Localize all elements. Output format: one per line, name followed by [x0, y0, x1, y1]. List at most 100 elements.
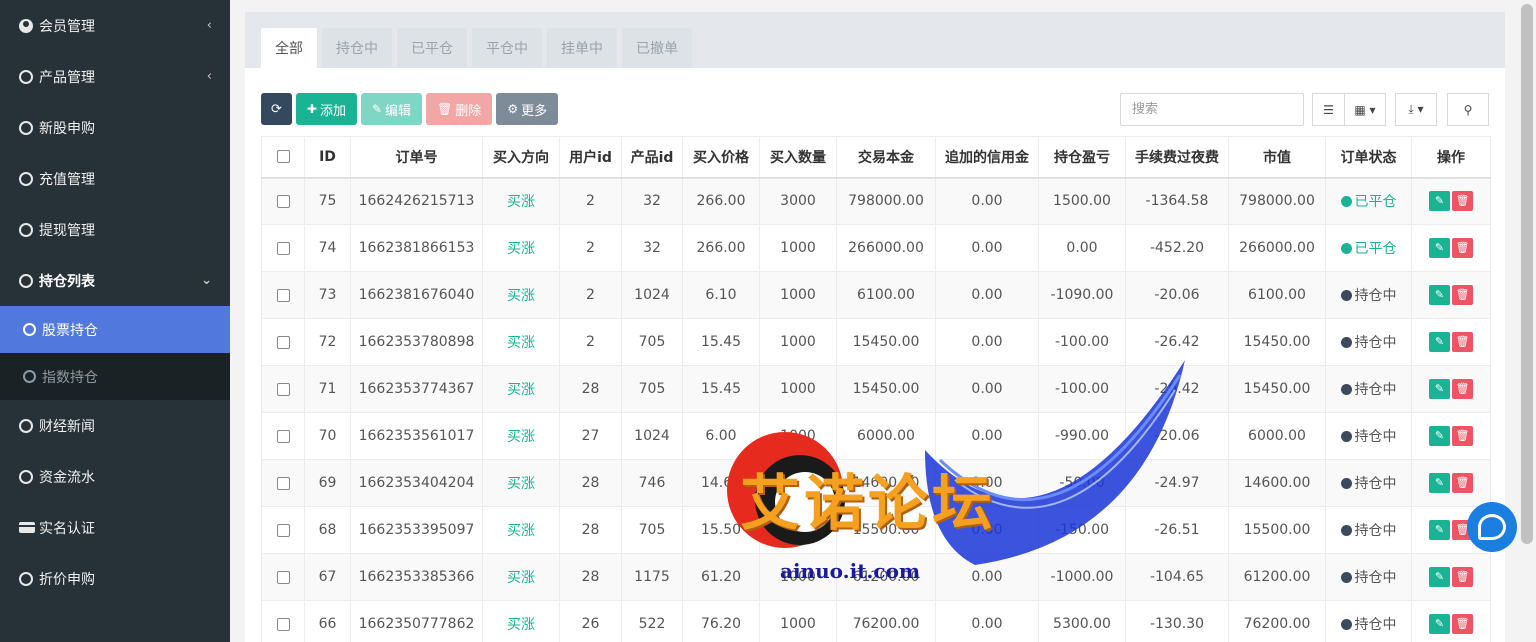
column-header[interactable]: 买入方向	[482, 136, 560, 179]
table-cell: 1662353404204	[350, 459, 483, 507]
row-edit-button[interactable]: ✎	[1429, 191, 1450, 212]
row-edit-button[interactable]: ✎	[1429, 379, 1450, 399]
tab[interactable]: 挂单中	[547, 28, 617, 68]
row-delete-button[interactable]: 🗑	[1452, 614, 1473, 634]
row-edit-button[interactable]: ✎	[1429, 332, 1450, 352]
row-edit-button[interactable]: ✎	[1429, 426, 1450, 446]
row-delete-button[interactable]: 🗑	[1452, 238, 1473, 258]
sidebar-subitem[interactable]: 指数持仓	[0, 353, 230, 400]
column-header[interactable]: 订单状态	[1325, 136, 1412, 179]
table-cell: 28	[559, 553, 622, 601]
row-checkbox[interactable]	[276, 382, 290, 396]
column-header[interactable]: 买入数量	[759, 136, 837, 179]
column-header[interactable]: 持仓盈亏	[1038, 136, 1126, 179]
row-delete-button[interactable]: 🗑	[1452, 191, 1473, 212]
toggle-view-button[interactable]: ☰	[1312, 93, 1345, 126]
row-checkbox[interactable]	[276, 523, 290, 537]
table-cell: 6.00	[682, 412, 760, 460]
export-button[interactable]: ⤓ ▾	[1395, 93, 1437, 126]
row-delete-button[interactable]: 🗑	[1452, 285, 1473, 305]
status-dot-icon	[1340, 572, 1352, 583]
pencil-icon: ✎	[1434, 429, 1445, 442]
refresh-button[interactable]: ⟳	[261, 93, 292, 125]
tab[interactable]: 全部	[261, 28, 317, 68]
row-checkbox[interactable]	[276, 288, 290, 302]
row-actions: ✎ 🗑	[1411, 459, 1491, 507]
column-header[interactable]: 操作	[1411, 136, 1491, 179]
edit-label: 编辑	[385, 103, 412, 119]
column-header[interactable]: 产品id	[621, 136, 683, 179]
tab[interactable]: 持仓中	[322, 28, 392, 68]
sidebar-item-label: 提现管理	[39, 222, 95, 239]
sidebar-item[interactable]: 财经新闻	[0, 400, 230, 451]
column-header[interactable]: 用户id	[559, 136, 622, 179]
pencil-icon: ✎	[1434, 617, 1445, 630]
add-button[interactable]: ✚ 添加	[295, 93, 357, 125]
row-checkbox[interactable]	[276, 241, 290, 255]
sidebar-item[interactable]: 折价申购	[0, 553, 230, 604]
row-delete-button[interactable]: 🗑	[1452, 473, 1473, 493]
column-header[interactable]: 交易本金	[836, 136, 936, 179]
sidebar-item[interactable]: 产品管理 ‹	[0, 51, 230, 102]
status-dot-icon	[1340, 243, 1352, 254]
row-delete-button[interactable]: 🗑	[1452, 379, 1473, 399]
row-checkbox[interactable]	[276, 194, 290, 208]
chat-widget-button[interactable]	[1467, 502, 1517, 552]
trash-icon: 🗑	[1455, 288, 1470, 301]
table-cell: 15500.00	[1228, 506, 1326, 554]
sidebar-item[interactable]: 提现管理	[0, 204, 230, 255]
table-cell: 0.00	[935, 600, 1039, 642]
row-edit-button[interactable]: ✎	[1429, 285, 1450, 305]
search-input[interactable]	[1120, 93, 1304, 126]
download-icon: ⤓ ▾	[1408, 102, 1424, 116]
row-edit-button[interactable]: ✎	[1429, 238, 1450, 258]
status-dot-icon	[1340, 478, 1352, 489]
search-button[interactable]: ⚲	[1447, 93, 1489, 126]
row-delete-button[interactable]: 🗑	[1452, 567, 1473, 587]
row-checkbox[interactable]	[276, 476, 290, 490]
tab[interactable]: 已平仓	[397, 28, 467, 68]
sidebar-item[interactable]: 会员管理 ‹	[0, 0, 230, 51]
sidebar-item[interactable]: 实名认证	[0, 502, 230, 553]
tab[interactable]: 已撤单	[622, 28, 692, 68]
status-dot-icon	[1340, 619, 1352, 630]
column-header[interactable]: 追加的信用金	[935, 136, 1039, 179]
table-header: ID 订单号 买入方向 用户id 产品id 买入价格 买入数量 交易本金 追加的信用金 持仓盈亏手…	[261, 136, 1491, 179]
row-edit-button[interactable]: ✎	[1429, 520, 1450, 540]
columns-button[interactable]: ▦ ▾	[1344, 93, 1386, 126]
status-dot-icon	[1340, 337, 1352, 348]
edit-button[interactable]: ✎ 编辑	[360, 93, 423, 125]
row-checkbox[interactable]	[276, 335, 290, 349]
sidebar-subitem[interactable]: 股票持仓	[0, 306, 230, 353]
table-cell: 1662353395097	[350, 506, 483, 554]
status-cell: 已平仓	[1325, 224, 1412, 272]
row-delete-button[interactable]: 🗑	[1452, 332, 1473, 352]
row-edit-button[interactable]: ✎	[1429, 567, 1450, 587]
sidebar-item[interactable]: 新股申购	[0, 102, 230, 153]
sidebar-item[interactable]: 持仓列表 ⌄	[0, 255, 230, 306]
column-header[interactable]: 买入价格	[682, 136, 760, 179]
pencil-icon: ✎	[371, 102, 383, 116]
sidebar-item[interactable]: 充值管理	[0, 153, 230, 204]
column-header[interactable]: ID	[304, 136, 351, 179]
row-checkbox[interactable]	[276, 617, 290, 631]
scrollbar[interactable]	[1521, 4, 1533, 544]
column-header[interactable]: 订单号	[350, 136, 483, 179]
delete-button[interactable]: 🗑 删除	[426, 93, 493, 125]
sidebar-item[interactable]: 资金流水	[0, 451, 230, 502]
pencil-icon: ✎	[1434, 570, 1445, 583]
column-header[interactable]: 手续费过夜费	[1125, 136, 1229, 179]
row-edit-button[interactable]: ✎	[1429, 473, 1450, 493]
sidebar-item-label: 会员管理	[39, 18, 95, 35]
row-delete-button[interactable]: 🗑	[1452, 426, 1473, 446]
column-header[interactable]: 市值	[1228, 136, 1326, 179]
select-all-checkbox[interactable]	[276, 150, 290, 164]
table-cell: 1662381676040	[350, 271, 483, 319]
tab[interactable]: 平仓中	[472, 28, 542, 68]
status-cell: 持仓中	[1325, 459, 1412, 507]
row-checkbox[interactable]	[276, 429, 290, 443]
row-checkbox[interactable]	[276, 570, 290, 584]
row-edit-button[interactable]: ✎	[1429, 614, 1450, 634]
more-button[interactable]: ⚙ 更多	[496, 93, 559, 125]
circle-icon	[19, 469, 33, 484]
